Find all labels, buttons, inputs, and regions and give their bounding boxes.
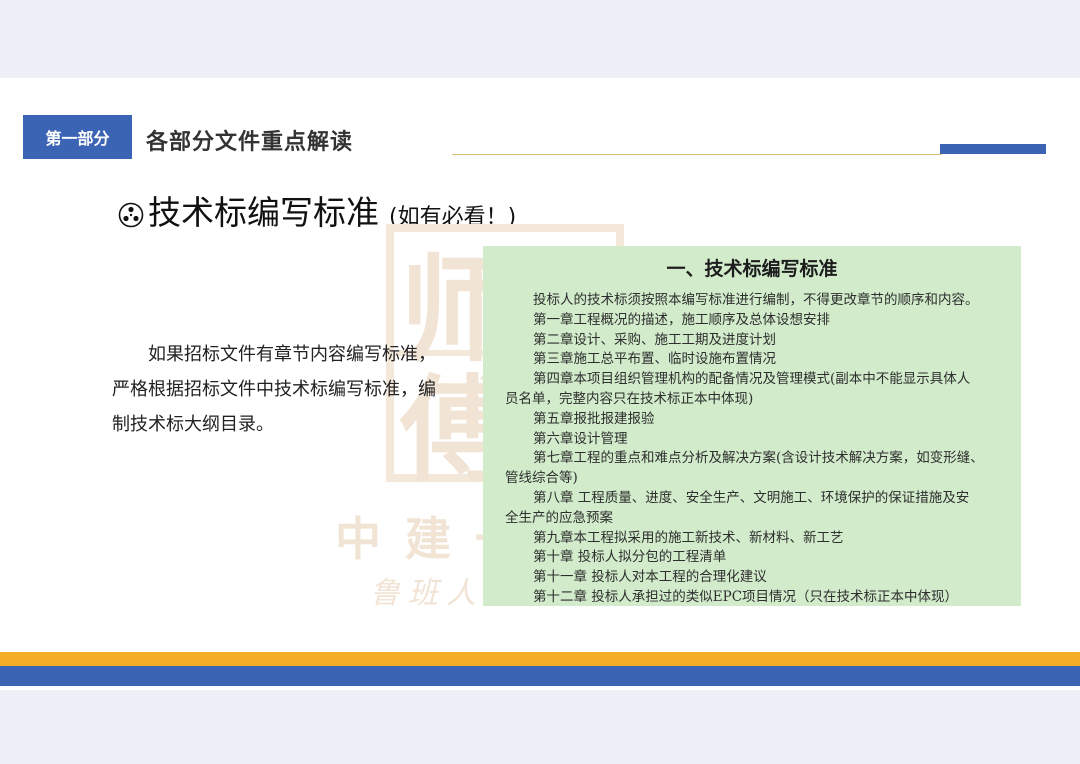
footer-blue-band <box>0 666 1080 686</box>
document-line: 第九章本工程拟采用的施工新技术、新材料、新工艺 <box>533 529 844 546</box>
document-line: 第十二章 投标人承担过的类似EPC项目情况（只在技术标正本中体现） <box>533 588 959 605</box>
subtitle-main: 技术标编写标准 <box>148 193 379 232</box>
section-tag-label: 第一部分 <box>45 129 110 148</box>
document-line: 第十章 投标人拟分包的工程清单 <box>533 549 727 566</box>
document-line: 第六章设计管理 <box>533 430 628 447</box>
document-line: 第二章设计、采购、施工工期及进度计划 <box>533 331 776 348</box>
document-line: 第五章报批报建报验 <box>533 410 655 427</box>
header-accent-bar <box>940 144 1046 154</box>
instruction-paragraph: 如果招标文件有章节内容编写标准，严格根据招标文件中技术标编写标准，编制技术标大纲… <box>112 344 436 435</box>
section-title: 各部分文件重点解读 <box>146 130 354 155</box>
header-divider-line <box>452 154 942 155</box>
document-line: 第八章 工程质量、进度、安全生产、文明施工、环境保护的保证措施及安 <box>533 489 970 506</box>
document-title: 一、技术标编写标准 <box>666 258 838 280</box>
document-line: 全生产的应急预案 <box>505 509 613 526</box>
document-line: 第三章施工总平布置、临时设施布置情况 <box>533 351 776 368</box>
slide: 第一部分 各部分文件重点解读 技术标编写标准 (如有必看！) 师 傅 中建一 鲁… <box>0 78 1080 690</box>
document-line: 第十一章 投标人对本工程的合理化建议 <box>533 569 767 586</box>
document-line: 第一章工程概况的描述，施工顺序及总体设想安排 <box>533 311 830 328</box>
document-line: 员名单，完整内容只在技术标正本中体现) <box>505 390 754 407</box>
document-line: 第七章工程的重点和难点分析及解决方案(含设计技术解决方案，如变形缝、 <box>533 450 984 467</box>
document-line: 第四章本项目组织管理机构的配备情况及管理模式(副本中不能显示具体人 <box>533 371 971 388</box>
triskelion-circle-icon <box>118 202 144 228</box>
section-tag: 第一部分 <box>23 115 132 159</box>
document-line: 管线综合等) <box>505 470 578 487</box>
document-lines: 投标人的技术标须按照本编写标准进行编制，不得更改章节的顺序和内容。 第一章工程概况… <box>483 291 1021 608</box>
watermark-slogan: 鲁班人 <box>370 576 484 611</box>
document-excerpt: 一、技术标编写标准 投标人的技术标须按照本编写标准进行编制，不得更改章节的顺序和… <box>483 246 1021 606</box>
document-line: 投标人的技术标须按照本编写标准进行编制，不得更改章节的顺序和内容。 <box>533 292 979 308</box>
footer-gold-band <box>0 652 1080 666</box>
